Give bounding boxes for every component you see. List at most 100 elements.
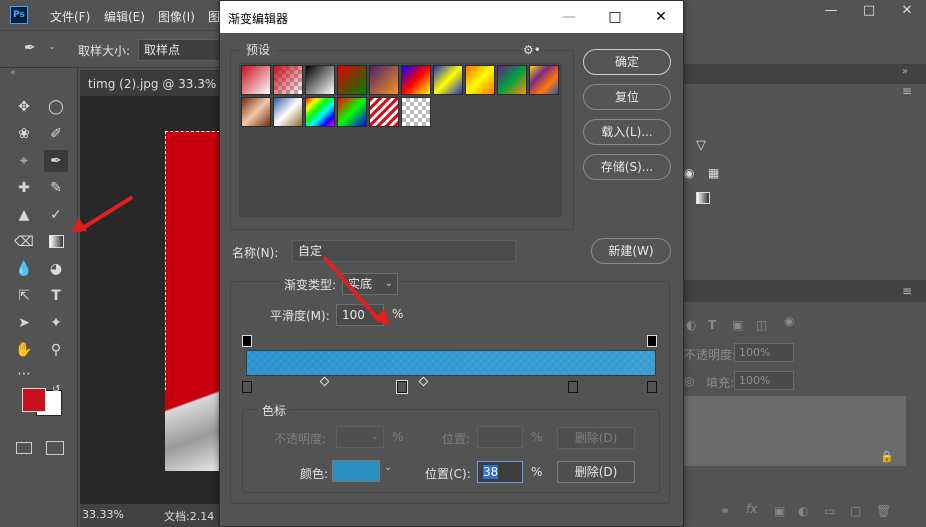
layer-opacity-input[interactable]: 100% xyxy=(734,343,794,362)
layer-fill-input[interactable]: 100% xyxy=(734,371,794,390)
color-stop-left[interactable] xyxy=(242,381,252,393)
collapse-icon[interactable]: « xyxy=(10,68,16,78)
history-brush-tool-icon[interactable]: ✓ xyxy=(44,204,68,226)
ps-restore-icon[interactable]: □ xyxy=(852,0,886,22)
dialog-minimize-icon[interactable]: — xyxy=(546,1,592,33)
preset-swatch-blue-red-yellow[interactable] xyxy=(401,65,431,95)
path-selection-tool-icon[interactable]: ➤ xyxy=(12,312,36,334)
move-tool-icon[interactable]: ✥ xyxy=(12,96,36,118)
lock-icon[interactable]: ◎ xyxy=(684,374,694,388)
new-layer-icon[interactable]: □ xyxy=(850,504,861,518)
filter-smart-icon[interactable]: ◫ xyxy=(756,318,767,332)
preset-swatch-transparent-stripes[interactable] xyxy=(369,97,399,127)
ok-button[interactable]: 确定 xyxy=(583,49,671,75)
layers-panel-menu-icon[interactable]: ≡ xyxy=(902,284,912,298)
gradient-map-icon[interactable] xyxy=(696,192,710,204)
document-tab[interactable]: timg (2).jpg @ 33.3% (图 xyxy=(80,70,220,96)
collapse-panels-icon[interactable]: » xyxy=(902,66,908,77)
dialog-maximize-icon[interactable]: □ xyxy=(592,1,638,33)
crop-tool-icon[interactable]: ⌖ xyxy=(12,150,36,172)
color-lookup-icon[interactable]: ▦ xyxy=(708,166,719,180)
pen-tool-icon[interactable]: ⇱ xyxy=(12,285,36,307)
hand-tool-icon[interactable]: ✋ xyxy=(12,339,36,361)
swap-colors-icon[interactable]: ↺ xyxy=(52,384,60,395)
quick-selection-tool-icon[interactable]: ✐ xyxy=(44,123,68,145)
zoom-tool-icon[interactable]: ⚲ xyxy=(44,339,68,361)
healing-brush-tool-icon[interactable]: ✚ xyxy=(12,177,36,199)
custom-shape-tool-icon[interactable]: ✦ xyxy=(44,312,68,334)
menu-file[interactable]: 文件(F) xyxy=(50,8,90,25)
gradient-tool-icon[interactable] xyxy=(44,231,68,253)
more-tools-icon[interactable]: ⋯ xyxy=(12,363,36,385)
dodge-tool-icon[interactable]: ◕ xyxy=(44,258,68,280)
preset-swatch-foreground-to-background[interactable] xyxy=(241,65,271,95)
blur-tool-icon[interactable]: 💧 xyxy=(12,258,36,280)
color-chevron-icon[interactable]: ⌄ xyxy=(384,462,392,473)
link-layers-icon[interactable]: ⚭ xyxy=(720,504,730,518)
preset-swatch-transparent-rainbow[interactable] xyxy=(337,97,367,127)
filter-type-icon[interactable]: T xyxy=(708,318,716,332)
sample-size-select[interactable]: 取样点 xyxy=(138,39,222,61)
new-button[interactable]: 新建(W) xyxy=(591,238,671,264)
brush-tool-icon[interactable]: ✎ xyxy=(44,177,68,199)
adjustment-layer-icon[interactable]: ◐ xyxy=(798,504,808,518)
ps-close-icon[interactable]: ✕ xyxy=(890,0,924,22)
preset-swatch-violet-orange[interactable] xyxy=(369,65,399,95)
gradient-preview-bar[interactable] xyxy=(246,350,656,376)
color-location-input[interactable]: 38 xyxy=(477,461,523,483)
preset-swatch-orange-yellow-orange[interactable] xyxy=(465,65,495,95)
zoom-level[interactable]: 33.33% xyxy=(82,508,124,521)
load-button[interactable]: 载入(L)... xyxy=(583,119,671,145)
preset-swatch-yellow-violet-orange-blue[interactable] xyxy=(529,65,559,95)
clone-stamp-tool-icon[interactable]: ▲ xyxy=(12,204,36,226)
opacity-location-unit: % xyxy=(531,430,543,444)
filter-pixel-icon[interactable]: ◐ xyxy=(686,318,696,332)
lasso-tool-icon[interactable]: ❀ xyxy=(12,123,36,145)
menu-image[interactable]: 图像(I) xyxy=(158,8,195,25)
opacity-stop-left[interactable] xyxy=(242,335,252,347)
eyedropper-tool-icon[interactable]: ✒ xyxy=(44,150,68,172)
color-balance-icon[interactable]: ◉ xyxy=(684,166,694,180)
add-mask-icon[interactable]: ▣ xyxy=(774,504,785,518)
quick-mask-icon[interactable] xyxy=(16,442,32,454)
stop-color-swatch[interactable] xyxy=(332,460,380,482)
ps-minimize-icon[interactable]: — xyxy=(814,0,848,22)
preset-swatch-chrome[interactable] xyxy=(273,97,303,127)
preset-swatch-foreground-to-transparent[interactable] xyxy=(273,65,303,95)
color-delete-button[interactable]: 删除(D) xyxy=(557,461,635,483)
marquee-tool-icon[interactable]: ◯ xyxy=(44,96,68,118)
dialog-close-icon[interactable]: ✕ xyxy=(638,1,684,33)
preset-swatch-spectrum[interactable] xyxy=(305,97,335,127)
opacity-input[interactable]: ⌄ xyxy=(336,426,384,448)
type-tool-icon[interactable]: T xyxy=(44,285,68,307)
preset-swatch-red-green[interactable] xyxy=(337,65,367,95)
opacity-location-input[interactable] xyxy=(477,426,523,448)
selected-layer-row[interactable] xyxy=(684,396,906,466)
eyedropper-icon[interactable]: ✒ xyxy=(24,40,36,56)
save-button[interactable]: 存储(S)... xyxy=(583,154,671,180)
opacity-delete-button[interactable]: 删除(D) xyxy=(557,427,635,449)
preset-swatch-violet-green-orange[interactable] xyxy=(497,65,527,95)
fx-icon[interactable]: fx xyxy=(746,502,757,516)
new-group-icon[interactable]: ▭ xyxy=(824,504,835,518)
preset-swatch-blue-yellow-blue[interactable] xyxy=(433,65,463,95)
panel-menu-icon[interactable]: ≡ xyxy=(902,84,912,98)
presets-gear-icon[interactable]: ⚙• xyxy=(523,43,541,57)
color-stop-4[interactable] xyxy=(568,381,578,393)
preset-swatch-black-white[interactable] xyxy=(305,65,335,95)
reset-button[interactable]: 复位 xyxy=(583,84,671,110)
filter-shape-icon[interactable]: ▣ xyxy=(732,318,743,332)
levels-icon[interactable]: ▽ xyxy=(696,138,706,153)
screen-mode-icon[interactable] xyxy=(46,441,64,455)
preset-swatch-transparent[interactable] xyxy=(401,97,431,127)
color-stop-right[interactable] xyxy=(647,381,657,393)
tool-preset-chevron-icon[interactable]: ⌄ xyxy=(48,42,56,52)
delete-layer-icon[interactable]: 🗑 xyxy=(876,504,891,518)
opacity-stop-right[interactable] xyxy=(647,335,657,347)
filter-toggle-icon[interactable]: ◉ xyxy=(784,314,794,328)
eraser-tool-icon[interactable]: ⌫ xyxy=(12,231,36,253)
foreground-color-swatch[interactable] xyxy=(22,388,46,412)
menu-edit[interactable]: 编辑(E) xyxy=(104,8,145,25)
preset-swatch-copper[interactable] xyxy=(241,97,271,127)
color-stop-selected[interactable] xyxy=(395,380,408,394)
